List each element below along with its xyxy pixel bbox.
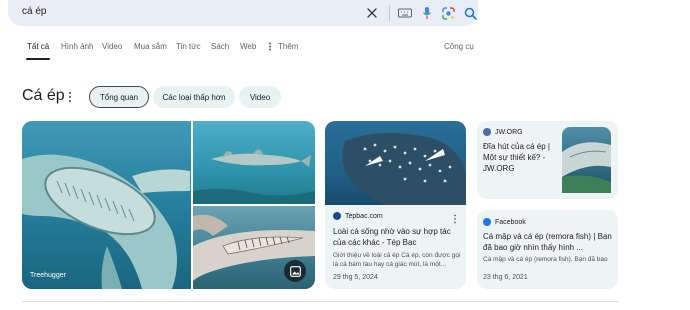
jw-favicon-icon xyxy=(483,128,491,136)
keyboard-icon[interactable] xyxy=(398,6,412,20)
google-lens-icon[interactable] xyxy=(441,6,455,20)
page-title: Cá ép xyxy=(22,87,65,104)
result-date: 23 thg 6, 2021 xyxy=(483,274,528,281)
chip-overview[interactable]: Tổng quan xyxy=(89,86,149,108)
result-source: JW.ORG xyxy=(483,128,523,136)
result-title[interactable]: Cá mập và cá ép (remora fish) | Bạn đã b… xyxy=(483,231,613,253)
tab-shopping[interactable]: Mua sắm xyxy=(134,42,167,51)
more-options-icon[interactable] xyxy=(67,90,73,104)
result-snippet: Giới thiệu về loài cá ép Cá ép, còn được… xyxy=(333,252,461,268)
tab-images[interactable]: Hình ảnh xyxy=(61,42,93,51)
chip-lower-types[interactable]: Các loại thấp hơn xyxy=(153,86,235,108)
tab-more[interactable]: Thêm xyxy=(278,42,298,51)
image-source-label: Treehugger xyxy=(30,272,66,279)
result-source-name: Facebook xyxy=(495,218,526,226)
close-icon[interactable] xyxy=(365,6,379,20)
active-tab-indicator xyxy=(26,58,50,60)
section-divider xyxy=(22,301,618,302)
microphone-icon[interactable] xyxy=(420,6,434,20)
tab-all[interactable]: Tất cả xyxy=(27,42,49,51)
search-tabs: Tất cả Hình ảnh Video Mua sắm Tin tức Sá… xyxy=(0,40,690,60)
tab-web[interactable]: Web xyxy=(240,42,256,51)
chip-video[interactable]: Video xyxy=(239,86,281,108)
result-thumbnail-whale-shark xyxy=(325,121,466,205)
result-card-facebook[interactable]: Facebook Cá mập và cá ép (remora fish) |… xyxy=(477,210,618,289)
tab-more-icon[interactable] xyxy=(267,42,273,52)
image-remora-main[interactable] xyxy=(22,121,191,289)
image-gallery-icon xyxy=(289,265,301,277)
facebook-favicon-icon xyxy=(483,218,491,226)
search-icon[interactable] xyxy=(463,6,477,20)
result-card-tepbac[interactable]: Tepbac.com Loài cá sống nhờ vào sự hợp t… xyxy=(325,121,466,289)
tools-button[interactable]: Công cụ xyxy=(444,42,474,51)
result-source: Tepbac.com xyxy=(333,212,383,220)
result-source-name: JW.ORG xyxy=(495,128,523,136)
search-divider xyxy=(389,5,390,21)
search-input[interactable]: cá ép xyxy=(22,6,46,17)
result-title[interactable]: Loài cá sống nhờ vào sự hợp tác của các … xyxy=(333,226,461,248)
result-thumbnail-remora xyxy=(562,127,611,193)
tab-news[interactable]: Tin tức xyxy=(176,42,201,51)
result-date: 29 thg 5, 2024 xyxy=(333,274,378,281)
tab-books[interactable]: Sách xyxy=(211,42,229,51)
result-title[interactable]: Đĩa hút của cá ép | Một sự thiết kế? - J… xyxy=(483,141,559,174)
image-gallery-button[interactable] xyxy=(284,260,306,282)
search-bar[interactable]: cá ép xyxy=(8,0,478,26)
image-remora-swimming[interactable] xyxy=(193,121,315,204)
result-card-jw[interactable]: JW.ORG Đĩa hút của cá ép | Một sự thiết … xyxy=(477,121,618,199)
result-source: Facebook xyxy=(483,218,526,226)
tab-videos[interactable]: Video xyxy=(102,42,122,51)
tepbac-favicon-icon xyxy=(333,212,341,220)
result-snippet: Cá mập và cá ép (remora fish). Bạn đã ba… xyxy=(483,256,608,263)
result-source-name: Tepbac.com xyxy=(345,212,383,220)
